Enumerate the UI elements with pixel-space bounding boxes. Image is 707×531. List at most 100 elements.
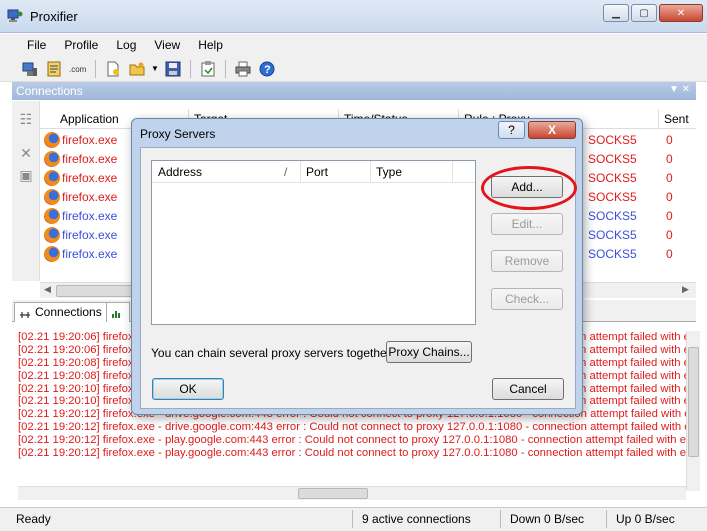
column-sent[interactable]: Sent [664,112,689,126]
connection-app: firefox.exe [62,209,118,223]
connection-app: firefox.exe [62,228,118,242]
toolbar-separator [225,59,226,78]
connection-sent: 0 [666,209,673,223]
proxy-servers-list[interactable]: Address / Port Type [151,160,476,325]
toolbar-separator [190,59,191,78]
window-list-icon[interactable]: ▣ [18,167,34,183]
close-connection-icon[interactable]: ✕ [18,145,34,161]
dialog-close-button[interactable]: X [528,121,576,139]
tab-connections-label: Connections [35,305,102,319]
details-view-icon[interactable]: ☷ [18,111,34,127]
proxy-servers-icon[interactable] [20,59,40,79]
firefox-icon [44,246,60,262]
print-icon[interactable] [233,59,253,79]
status-download-rate: Down 0 B/sec [510,512,585,526]
chain-description: You can chain several proxy servers toge… [151,346,395,360]
tab-traffic[interactable] [106,302,130,322]
svg-text:.com: .com [69,65,87,74]
firefox-icon [44,132,60,148]
panel-pin-icon[interactable]: ▼ ✕ [669,84,690,95]
minimize-button[interactable]: ▁ [603,4,629,22]
column-application[interactable]: Application [60,112,119,126]
connection-rule: SOCKS5 [588,152,637,166]
log-vertical-scrollbar[interactable] [686,331,700,491]
scroll-left-icon[interactable]: ◀ [44,284,51,295]
connection-sent: 0 [666,171,673,185]
proxy-chains-button[interactable]: Proxy Chains... [386,341,472,363]
new-profile-icon[interactable] [103,59,123,79]
window-title: Proxifier [30,9,78,24]
menu-bar: File Profile Log View Help [0,34,707,56]
connection-rule: SOCKS5 [588,209,637,223]
menu-help[interactable]: Help [189,34,232,56]
firefox-icon [44,208,60,224]
connection-app: firefox.exe [62,171,118,185]
maximize-button[interactable]: ▢ [631,4,657,22]
toolbar: .com ▼ ? [0,56,707,82]
firefox-icon [44,170,60,186]
highlight-ellipse [481,166,577,210]
menu-profile[interactable]: Profile [55,34,107,56]
rules-icon[interactable] [44,59,64,79]
connection-app: firefox.exe [62,247,118,261]
open-profile-icon[interactable] [127,59,147,79]
connections-side-toolbar: ☷ ✕ ▣ [12,101,40,281]
edit-proxy-button[interactable]: Edit... [491,213,563,235]
connection-app: firefox.exe [62,152,118,166]
status-bar: Ready 9 active connections Down 0 B/sec … [0,507,707,531]
scroll-right-icon[interactable]: ▶ [682,284,689,295]
menu-view[interactable]: View [145,34,189,56]
dialog-help-button[interactable]: ? [498,121,525,139]
dialog-body: Address / Port Type Add... Edit... Remov… [140,147,577,409]
connection-sent: 0 [666,133,673,147]
connection-sent: 0 [666,152,673,166]
tab-connections[interactable]: Connections [14,302,109,322]
proxy-list-header: Address / Port Type [152,161,475,183]
connection-rule: SOCKS5 [588,228,637,242]
menu-file[interactable]: File [18,34,55,56]
cancel-button[interactable]: Cancel [492,378,564,400]
connections-panel-title: Connections [16,84,83,98]
help-icon[interactable]: ? [257,59,277,79]
connection-sent: 0 [666,228,673,242]
log-line: [02.21 19:20:12] firefox.exe - play.goog… [18,434,686,447]
proxifier-app-icon [7,9,23,22]
close-window-button[interactable]: ✕ [659,4,703,22]
firefox-icon [44,151,60,167]
connections-tab-icon [20,312,30,318]
save-profile-icon[interactable] [163,59,183,79]
connection-rule: SOCKS5 [588,133,637,147]
log-line: [02.21 19:20:12] firefox.exe - drive.goo… [18,421,686,434]
firefox-icon [44,227,60,243]
connection-sent: 0 [666,247,673,261]
proxy-servers-dialog: Proxy Servers ? X Address / Port Type Ad… [131,118,583,415]
scrollbar-thumb[interactable] [688,347,699,457]
firefox-icon [44,189,60,205]
dns-icon[interactable]: .com [68,59,88,79]
connection-app: firefox.exe [62,133,118,147]
column-address[interactable]: Address [158,165,202,179]
dropdown-arrow-icon[interactable]: ▼ [151,59,159,79]
status-upload-rate: Up 0 B/sec [616,512,675,526]
sort-indicator-icon: / [284,165,288,179]
column-port[interactable]: Port [306,165,328,179]
export-icon[interactable] [198,59,218,79]
toolbar-separator [95,59,96,78]
connection-sent: 0 [666,190,673,204]
log-horizontal-scrollbar[interactable] [18,486,686,500]
connections-panel-header: Connections ▼ ✕ [12,82,696,100]
connection-rule: SOCKS5 [588,190,637,204]
connection-app: firefox.exe [62,190,118,204]
svg-text:?: ? [264,64,271,76]
title-bar: Proxifier ▁ ▢ ✕ [0,0,707,33]
scrollbar-thumb[interactable] [298,488,368,499]
status-ready: Ready [16,512,51,526]
remove-proxy-button[interactable]: Remove [491,250,563,272]
check-proxy-button[interactable]: Check... [491,288,563,310]
log-line: [02.21 19:20:12] firefox.exe - play.goog… [18,447,686,460]
dialog-title: Proxy Servers [140,127,216,141]
ok-button[interactable]: OK [152,378,224,400]
column-type[interactable]: Type [376,165,402,179]
status-active-connections: 9 active connections [362,512,471,526]
menu-log[interactable]: Log [107,34,145,56]
